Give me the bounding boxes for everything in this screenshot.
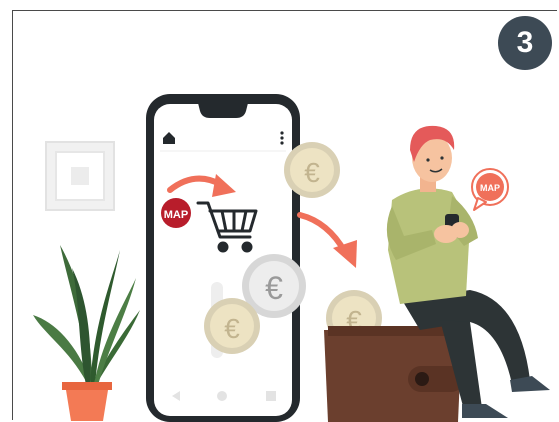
wallet	[324, 326, 464, 422]
wall-frame	[45, 141, 115, 211]
map-chat-bubble: MAP	[471, 168, 509, 211]
euro-coin-top: €	[284, 142, 340, 198]
plant-pot	[66, 390, 108, 421]
pot-rim	[62, 382, 112, 390]
map-badge-phone: MAP	[161, 198, 191, 228]
map-badge-phone-label: MAP	[164, 209, 188, 221]
kebab-menu-icon[interactable]	[280, 131, 284, 145]
step-number-badge: 3	[498, 16, 552, 70]
euro-coin-left: €	[204, 298, 260, 354]
plant	[33, 245, 140, 421]
recent-square-icon[interactable]	[266, 391, 276, 401]
svg-text:€: €	[304, 157, 320, 188]
phone-notch	[198, 103, 248, 118]
curved-arrow-wallet	[297, 212, 357, 268]
home-circle-icon[interactable]	[217, 391, 227, 401]
map-chat-bubble-label: MAP	[480, 183, 500, 193]
svg-text:€: €	[265, 270, 283, 306]
svg-text:€: €	[224, 313, 240, 344]
shoe-left	[462, 404, 508, 418]
illustration-scene: MAP € € € € MAP	[33, 94, 550, 422]
